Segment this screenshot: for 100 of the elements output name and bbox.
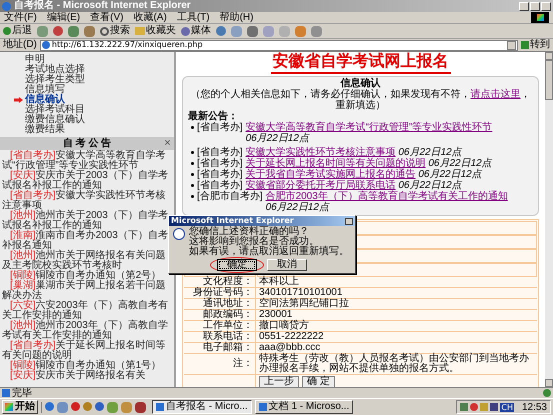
highlight-ellipse <box>210 257 264 273</box>
field-label: 邮政编码： <box>203 310 253 320</box>
news-source: [省自考办] <box>197 169 243 180</box>
task-label: 自考报名 - Micro... <box>166 401 248 413</box>
start-button[interactable]: 开始 <box>2 400 38 414</box>
maximize-icon[interactable] <box>530 2 540 10</box>
bullet-icon <box>191 151 194 154</box>
language-indicator[interactable]: CH <box>500 402 514 412</box>
media-button[interactable]: 媒体 <box>181 25 211 37</box>
click-here-link[interactable]: 请点击这里 <box>470 89 520 100</box>
notice-link[interactable]: [淮南]淮南市自考办2003（下）自考补报名通知 <box>2 231 172 251</box>
notice-link[interactable]: [铜陵]铜陵市自考办通知（第1号） <box>2 361 172 371</box>
step-link[interactable]: 选择考试科目 <box>25 105 85 115</box>
form-button[interactable]: 上一步 <box>259 376 299 387</box>
step-link[interactable]: 缴费结果 <box>25 125 65 135</box>
field-label: 身份证号码： <box>193 288 253 298</box>
bullet-icon <box>191 126 194 129</box>
address-field[interactable]: http://61.132.222.97/xinxiqueren.php <box>40 40 518 50</box>
step-link[interactable]: 选择考生类型 <box>25 75 85 85</box>
news-date: 06月22日12点 <box>398 180 462 191</box>
field-value: aaa@bbb.ccc <box>259 343 320 353</box>
bullet-icon <box>191 195 194 198</box>
news-date: 06月22日12点 <box>246 133 309 144</box>
address-label: 地址(D) <box>3 39 37 51</box>
notices-title: 自 考 公 告 <box>62 138 112 150</box>
step-link[interactable]: 考试地点选择 <box>25 65 85 75</box>
scroll-thumb[interactable] <box>545 60 553 100</box>
news-source: [省自考办] <box>197 158 243 169</box>
news-link[interactable]: 安徽大学实践性环节考核注意事项 <box>246 147 396 158</box>
news-link[interactable]: 关于延长网上报名时间等有关问题的说明 <box>246 158 426 169</box>
notice-link[interactable]: [安庆]安庆市关于2003（下）自学考试报名补报工作的通知 <box>2 171 172 191</box>
taskbar-button[interactable]: 文档 1 - Microso... <box>254 400 354 414</box>
notice-link[interactable]: [池州]池州市关于网络报名有关问题及主考院校实践环节考核时 <box>2 251 172 271</box>
close-icon[interactable] <box>541 2 551 10</box>
notice-link[interactable]: [巢湖]巢湖市关于网上报名若干问题解决办法 <box>2 281 172 301</box>
dialog-title: Microsoft Internet Explorer <box>171 216 294 226</box>
notice-link[interactable]: [省自考办]安徽大学高等教育自学考试“行政管理”等专业实践性环节 <box>2 151 172 171</box>
dialog-text: 如果有误，请点取消返回重新填写。 <box>189 247 349 257</box>
notice-link[interactable]: [省自考办]安徽大学实践性环节考核注意事项 <box>2 191 172 211</box>
step-link[interactable]: 信息填写 <box>25 85 65 95</box>
notice-link[interactable]: [池州]池州市关于2003（下）自学考试报名补报工作的通知 <box>2 211 172 231</box>
field-label: 注： <box>233 359 253 369</box>
task-label: 文档 1 - Microso... <box>268 401 350 413</box>
news-link[interactable]: 关于我省自学考试实施网上报名的通告 <box>246 169 416 180</box>
intro-text: （您的个人相关信息如下，请务必仔细确认，如果发现有不符，请点击这里，重新填选） <box>190 89 532 111</box>
field-label: 联系电话： <box>203 332 253 342</box>
go-button[interactable]: 转到 <box>521 39 550 51</box>
news-source: [省自考办] <box>197 180 243 191</box>
field-label: 通讯地址： <box>203 299 253 309</box>
scrollbar[interactable] <box>545 52 553 387</box>
news-date: 06月22日12点 <box>398 147 462 158</box>
news-source: [省自考办] <box>197 147 243 158</box>
scroll-down-icon[interactable] <box>545 379 553 387</box>
question-icon <box>173 228 185 240</box>
favorites-button[interactable]: 收藏夹 <box>135 25 176 37</box>
back-button[interactable]: 后退 <box>3 25 32 37</box>
form-button[interactable]: 确 定 <box>302 376 335 387</box>
status-text: 完毕 <box>12 388 32 398</box>
news-link[interactable]: 安徽省部分委托开考厅局联系电话 <box>246 180 396 191</box>
notice-link[interactable]: [安庆]安庆市关于网络报名有关 <box>2 371 172 381</box>
taskbar-button[interactable]: 自考报名 - Micro... <box>152 400 252 414</box>
field-value: 空间法第四纪铺口拉 <box>259 299 349 309</box>
news-link[interactable]: 安徽大学高等教育自学考试“行政管理”等专业实践性环节 <box>246 122 492 133</box>
step-link[interactable]: 申明 <box>25 55 45 65</box>
news-date: 06月22日12点 <box>418 169 482 180</box>
notice-link[interactable]: [池州]池州市2003年（下）高教自学考试有关工作安排的通知 <box>2 321 172 341</box>
bullet-icon <box>191 162 194 165</box>
news-title: 最新公告： <box>188 111 238 122</box>
search-icon <box>100 26 109 36</box>
menu-item[interactable]: 帮助(H) <box>220 12 254 24</box>
field-label: 文化程度： <box>203 277 253 287</box>
close-button[interactable] <box>345 218 353 224</box>
search-button[interactable]: 搜索 <box>100 25 130 37</box>
card-title: 信息确认 <box>340 78 382 89</box>
minimize-icon[interactable] <box>519 2 529 10</box>
notice-link[interactable]: [六安]六安2003年（下）高教自考有关工作安排的通知 <box>2 301 172 321</box>
close-icon[interactable] <box>165 140 170 145</box>
dialog-button[interactable]: 取消 <box>267 259 307 271</box>
menu-item[interactable]: 收藏(A) <box>133 12 167 24</box>
menu-item[interactable]: 编辑(E) <box>46 12 80 24</box>
news-source: [省自考办] <box>197 122 243 133</box>
notice-link[interactable]: [省自考办]关于延长网上报名时间等有关问题的说明 <box>2 341 172 361</box>
field-value: 340101710101001 <box>259 288 342 298</box>
field-label: 电子邮箱： <box>203 343 253 353</box>
news-link[interactable]: 合肥市2003年（下）高等教育自学考试有关工作的通知 <box>266 191 508 202</box>
step-link[interactable]: 缴费信息确认 <box>25 115 85 125</box>
news-source: [合肥市自考办] <box>197 191 263 202</box>
bullet-icon <box>191 184 194 187</box>
url-text: http://61.132.222.97/xinxiqueren.php <box>52 40 203 50</box>
menu-item[interactable]: 查看(V) <box>90 12 124 24</box>
field-label: 工作单位： <box>203 321 253 331</box>
field-value: 特殊考生（劳改（教）人员报名考试）由公安部门到当地考办办理报名手续，网站不提供单独的报名方式。 <box>259 354 530 374</box>
scroll-up-icon[interactable] <box>545 52 553 60</box>
field-value: 本科以上 <box>259 277 299 287</box>
step-link[interactable]: 信息确认 <box>25 95 65 105</box>
menu-item[interactable]: 工具(T) <box>176 12 210 24</box>
field-value: 撤口嘀贷方 <box>259 321 309 331</box>
notice-link[interactable]: [铜陵]铜陵市自考办通知（第2号） <box>2 271 172 281</box>
menu-item[interactable]: 文件(F) <box>4 12 37 24</box>
field-value: 0551-2222222 <box>259 332 324 342</box>
